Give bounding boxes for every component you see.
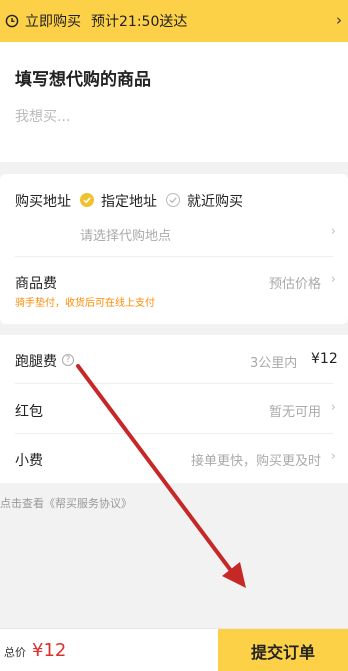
goods-fee-estimate[interactable]: 预估价格	[269, 273, 321, 292]
address-option-nearby[interactable]: 就近购买	[187, 191, 243, 211]
delivery-eta: 预计21:50送达	[91, 14, 188, 30]
divider	[15, 383, 333, 384]
coupon-value[interactable]: 暂无可用	[269, 401, 321, 420]
coupon-label: 红包	[15, 404, 43, 420]
check-icon	[83, 197, 91, 204]
address-option-specified[interactable]: 指定地址	[101, 191, 157, 211]
address-select-hint[interactable]: 请选择代购地点	[80, 225, 171, 244]
divider	[15, 433, 333, 434]
errand-fee-price: ¥12	[311, 351, 338, 367]
item-title: 填写想代购的商品	[15, 70, 151, 90]
goods-fee-label: 商品费	[15, 276, 57, 292]
address-radio-specified[interactable]	[80, 193, 94, 207]
errand-fee-distance: 3公里内	[250, 356, 298, 371]
divider	[15, 256, 333, 257]
help-icon[interactable]: ?	[62, 354, 74, 366]
clock-icon	[5, 14, 19, 28]
fees-card: 跑腿费 ? 3公里内 ¥12 红包 暂无可用 › 小费 接单更快，购买更及时 ›	[0, 335, 348, 483]
item-input[interactable]: 我想买...	[15, 106, 70, 126]
address-radio-nearby[interactable]	[166, 193, 180, 207]
tip-label: 小费	[15, 453, 43, 469]
errand-fee-label: 跑腿费	[15, 354, 57, 370]
chevron-right-icon[interactable]: ›	[331, 400, 336, 415]
chevron-right-icon[interactable]: ›	[336, 11, 342, 29]
address-label: 购买地址	[15, 194, 71, 210]
chevron-right-icon[interactable]: ›	[331, 224, 336, 239]
total-price: ¥12	[32, 640, 67, 661]
address-card: 购买地址 指定地址 就近购买 请选择代购地点 › 商品费 预估价格 › 骑手垫付…	[0, 174, 348, 324]
tip-hint[interactable]: 接单更快，购买更及时	[191, 450, 321, 469]
checkout-bar: 总价 ¥12 提交订单	[0, 628, 348, 671]
item-card: 填写想代购的商品 我想买...	[0, 42, 348, 162]
submit-order-button[interactable]: 提交订单	[218, 629, 348, 671]
chevron-right-icon[interactable]: ›	[331, 449, 336, 464]
goods-fee-note: 骑手垫付，收货后可在线上支付	[15, 298, 155, 309]
check-icon	[169, 197, 177, 204]
total-label: 总价	[4, 646, 26, 659]
delivery-mode-label: 立即购买	[25, 14, 81, 30]
service-agreement-link[interactable]: 点击查看《帮买服务协议》	[0, 495, 132, 511]
delivery-mode-bar[interactable]: 立即购买 预计21:50送达 ›	[0, 0, 348, 42]
chevron-right-icon[interactable]: ›	[331, 272, 336, 287]
